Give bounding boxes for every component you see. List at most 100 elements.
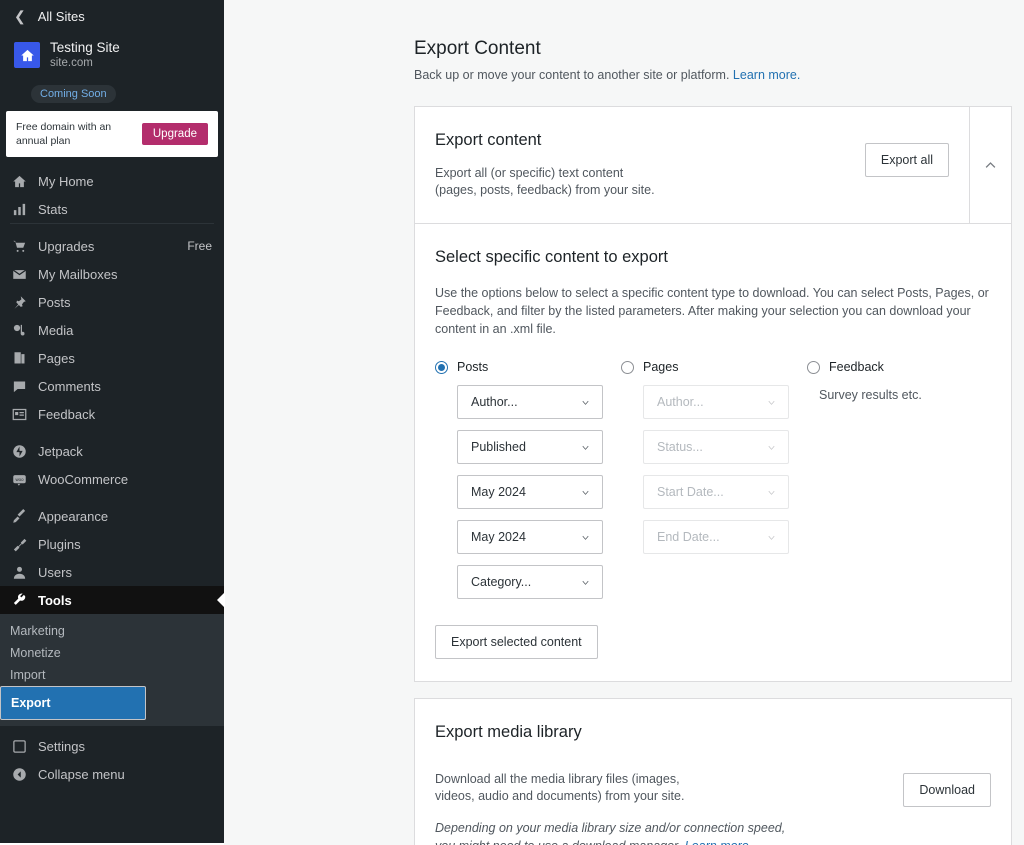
sidebar-item-label: Comments (38, 379, 212, 394)
chevron-down-icon (580, 397, 591, 408)
export-media-library-card: Export media library Download all the me… (414, 698, 1012, 845)
chevron-down-icon (580, 532, 591, 543)
radio-pages-label: Pages (643, 360, 678, 374)
pages-end-date-select: End Date... (643, 520, 789, 554)
radio-option-pages[interactable]: Pages (621, 360, 807, 374)
all-sites-label: All Sites (38, 9, 85, 24)
pages-end-date-value: End Date... (657, 530, 720, 544)
radio-posts[interactable] (435, 361, 448, 374)
admin-sidebar: ❮ All Sites Testing Site site.com Coming… (0, 0, 224, 845)
status-badge: Coming Soon (31, 85, 116, 103)
sidebar-item-comments[interactable]: Comments (0, 372, 224, 400)
learn-more-link[interactable]: Learn more. (733, 68, 800, 82)
posts-author-select[interactable]: Author... (457, 385, 603, 419)
feedback-note: Survey results etc. (807, 388, 991, 402)
media-icon (10, 323, 28, 338)
export-desc-line2: (pages, posts, feedback) from your site. (435, 183, 655, 197)
posts-end-date-select[interactable]: May 2024 (457, 520, 603, 554)
menu-divider (10, 223, 214, 232)
posts-start-date-select[interactable]: May 2024 (457, 475, 603, 509)
feedback-icon (10, 407, 28, 422)
submenu-item-marketing[interactable]: Marketing (0, 620, 224, 642)
sidebar-item-upgrades[interactable]: Upgrades Free (0, 232, 224, 260)
page-subtitle: Back up or move your content to another … (414, 67, 1024, 84)
envelope-icon (10, 267, 28, 282)
sidebar-item-jetpack[interactable]: Jetpack (0, 437, 224, 465)
sidebar-item-pages[interactable]: Pages (0, 344, 224, 372)
sidebar-item-appearance[interactable]: Appearance (0, 502, 224, 530)
pages-author-value: Author... (657, 395, 704, 409)
sidebar-item-woocommerce[interactable]: woo WooCommerce (0, 465, 224, 493)
sidebar-item-users[interactable]: Users (0, 558, 224, 586)
chevron-down-icon (766, 397, 777, 408)
sidebar-item-label: Collapse menu (38, 767, 212, 782)
wrench-icon (10, 593, 28, 608)
posts-end-date-value: May 2024 (471, 530, 526, 544)
all-sites-link[interactable]: ❮ All Sites (0, 2, 224, 30)
sidebar-item-media[interactable]: Media (0, 316, 224, 344)
export-selected-content-button[interactable]: Export selected content (435, 625, 598, 659)
submenu-item-export[interactable]: Export (0, 686, 146, 720)
svg-text:woo: woo (15, 476, 24, 481)
upgrade-button[interactable]: Upgrade (142, 123, 208, 145)
sidebar-item-label: Posts (38, 295, 212, 310)
chevron-down-icon (766, 487, 777, 498)
page-subtitle-text: Back up or move your content to another … (414, 68, 729, 82)
media-learn-more-link[interactable]: Learn more. (685, 839, 752, 845)
media-note-line1: Depending on your media library size and… (435, 821, 785, 835)
posts-column: Posts Author... Published (435, 360, 621, 599)
radio-posts-label: Posts (457, 360, 488, 374)
download-media-button[interactable]: Download (903, 773, 991, 807)
pages-filters: Author... Status... Start Date... (621, 385, 807, 554)
radio-option-posts[interactable]: Posts (435, 360, 621, 374)
sidebar-footer-menu: Settings Collapse menu (0, 726, 224, 788)
pages-start-date-value: Start Date... (657, 485, 724, 499)
pages-icon (10, 351, 28, 366)
posts-status-value: Published (471, 440, 526, 454)
card-spacer (414, 682, 1012, 698)
page-title: Export Content (414, 36, 1024, 62)
sidebar-item-plugins[interactable]: Plugins (0, 530, 224, 558)
menu-spacer (0, 428, 224, 437)
sidebar-item-label: Plugins (38, 537, 212, 552)
radio-feedback-label: Feedback (829, 360, 884, 374)
upgrades-plan-badge: Free (187, 239, 212, 253)
sidebar-item-label: My Mailboxes (38, 267, 212, 282)
chevron-down-icon (766, 532, 777, 543)
collapse-icon (10, 767, 28, 782)
submenu-item-monetize[interactable]: Monetize (0, 642, 224, 664)
media-desc-line2: videos, audio and documents) from your s… (435, 789, 684, 803)
sidebar-item-settings[interactable]: Settings (0, 732, 224, 760)
feedback-column: Feedback Survey results etc. (807, 360, 991, 599)
sidebar-item-collapse-menu[interactable]: Collapse menu (0, 760, 224, 788)
sidebar-item-label: Media (38, 323, 212, 338)
radio-pages[interactable] (621, 361, 634, 374)
posts-filters: Author... Published May 2024 (435, 385, 621, 599)
radio-option-feedback[interactable]: Feedback (807, 360, 991, 374)
current-site-card[interactable]: Testing Site site.com (0, 30, 224, 77)
sidebar-item-label: Pages (38, 351, 212, 366)
wordpress-admin: ❮ All Sites Testing Site site.com Coming… (0, 0, 1024, 845)
chevron-left-icon: ❮ (14, 9, 26, 23)
submit-row: Export selected content (435, 625, 991, 659)
media-note-line2: you might need to use a download manager… (435, 839, 681, 845)
submenu-item-import[interactable]: Import (0, 664, 224, 686)
posts-category-select[interactable]: Category... (457, 565, 603, 599)
site-home-icon (14, 42, 40, 68)
sidebar-item-my-mailboxes[interactable]: My Mailboxes (0, 260, 224, 288)
media-heading: Export media library (435, 721, 991, 743)
export-all-button[interactable]: Export all (865, 143, 949, 177)
posts-status-select[interactable]: Published (457, 430, 603, 464)
export-content-description: Export all (or specific) text content (p… (435, 165, 865, 199)
collapse-toggle[interactable] (969, 107, 1011, 223)
pin-icon (10, 295, 28, 310)
upsell-banner: Free domain with an annual plan Upgrade (6, 111, 218, 157)
sidebar-item-posts[interactable]: Posts (0, 288, 224, 316)
sidebar-item-feedback[interactable]: Feedback (0, 400, 224, 428)
sidebar-item-tools[interactable]: Tools (0, 586, 224, 614)
sidebar-item-label: Upgrades (38, 239, 177, 254)
radio-feedback[interactable] (807, 361, 820, 374)
sidebar-item-my-home[interactable]: My Home (0, 167, 224, 195)
sidebar-item-stats[interactable]: Stats (0, 195, 224, 223)
upsell-text: Free domain with an annual plan (16, 120, 126, 148)
